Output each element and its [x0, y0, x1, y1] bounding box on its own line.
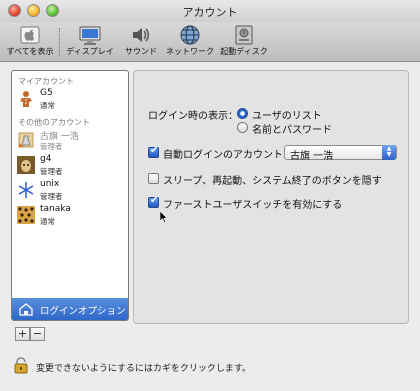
gingerbread-avatar	[20, 91, 32, 107]
lock-icon[interactable]	[14, 357, 28, 374]
toolbar-separator	[59, 28, 60, 56]
auto-login-checkbox[interactable]	[148, 145, 159, 158]
popup-arrows-icon: ▲ ▼	[382, 145, 396, 160]
house-icon	[19, 303, 33, 316]
fast-user-switching-label: ファーストユーザスイッチを有効にする	[163, 200, 343, 211]
network-globe-icon	[180, 25, 200, 45]
hide-power-buttons-label: スリープ、再起動、システム終了のボタンを隠す	[163, 176, 382, 187]
chess-avatar	[18, 132, 34, 148]
account-item-tanaka[interactable]: tanaka 通常	[12, 203, 128, 229]
login-options-panel: ログイン時の表示： ユーザのリスト 名前とパスワード 自動ログインのアカウント：…	[133, 70, 409, 324]
toolbar: すべてを表示 ディスプレイ サウンド ネットワーク ? 起動ディスク	[0, 22, 420, 62]
remove-account-button[interactable]: −	[30, 327, 45, 341]
hide-power-buttons-checkbox[interactable]	[148, 173, 159, 184]
account-item-unix[interactable]: unix 管理者	[12, 178, 128, 204]
add-account-button[interactable]: +	[15, 327, 30, 341]
login-options-item[interactable]: ログインオプション	[12, 298, 128, 320]
account-item-g4[interactable]: g4 管理者	[12, 153, 128, 179]
login-display-label: ログイン時の表示：	[148, 111, 238, 122]
mouse-pointer-icon	[160, 211, 168, 223]
other-accounts-header: その他のアカウント	[18, 118, 90, 127]
apple-grid-icon	[20, 26, 40, 44]
account-item-g5[interactable]: G5 通常	[12, 87, 128, 113]
speaker-icon	[133, 28, 149, 42]
toolbar-startup-disk[interactable]: ? 起動ディスク	[218, 22, 270, 62]
auto-login-account-popup[interactable]: 古旗 一浩 ▲ ▼	[284, 145, 397, 162]
toolbar-network[interactable]: ネットワーク	[164, 22, 216, 62]
svg-text:?: ?	[242, 30, 246, 38]
accounts-window: アカウント すべてを表示 ディスプレイ サウンド ネットワーク ? 起動ディスク…	[0, 0, 420, 391]
accounts-list[interactable]: マイアカウント G5 通常 その他のアカウント 古旗 一浩 管理者 g4 管理者…	[11, 70, 129, 321]
toolbar-sound[interactable]: サウンド	[118, 22, 164, 62]
radio-list-of-users[interactable]	[237, 108, 248, 119]
window-title: アカウント	[182, 6, 238, 19]
toolbar-display[interactable]: ディスプレイ	[64, 22, 116, 62]
leopard-avatar	[17, 206, 35, 224]
radio-name-and-password-label: 名前とパスワード	[252, 125, 332, 136]
lock-message: 変更できないようにするにはカギをクリックします。	[36, 364, 252, 374]
snowflake-avatar	[18, 182, 34, 198]
radio-name-and-password[interactable]	[237, 122, 248, 133]
toolbar-show-all[interactable]: すべてを表示	[2, 22, 58, 62]
display-icon	[79, 26, 101, 45]
my-account-header: マイアカウント	[18, 77, 74, 86]
fast-user-switching-checkbox[interactable]	[148, 195, 159, 208]
title-bar: アカウント	[0, 0, 420, 22]
auto-login-label: 自動ログインのアカウント：	[163, 150, 293, 161]
account-item-furuhata[interactable]: 古旗 一浩 管理者	[12, 128, 128, 154]
dog-avatar	[17, 156, 35, 174]
startup-disk-icon: ?	[235, 25, 253, 45]
radio-list-of-users-label: ユーザのリスト	[252, 111, 322, 122]
